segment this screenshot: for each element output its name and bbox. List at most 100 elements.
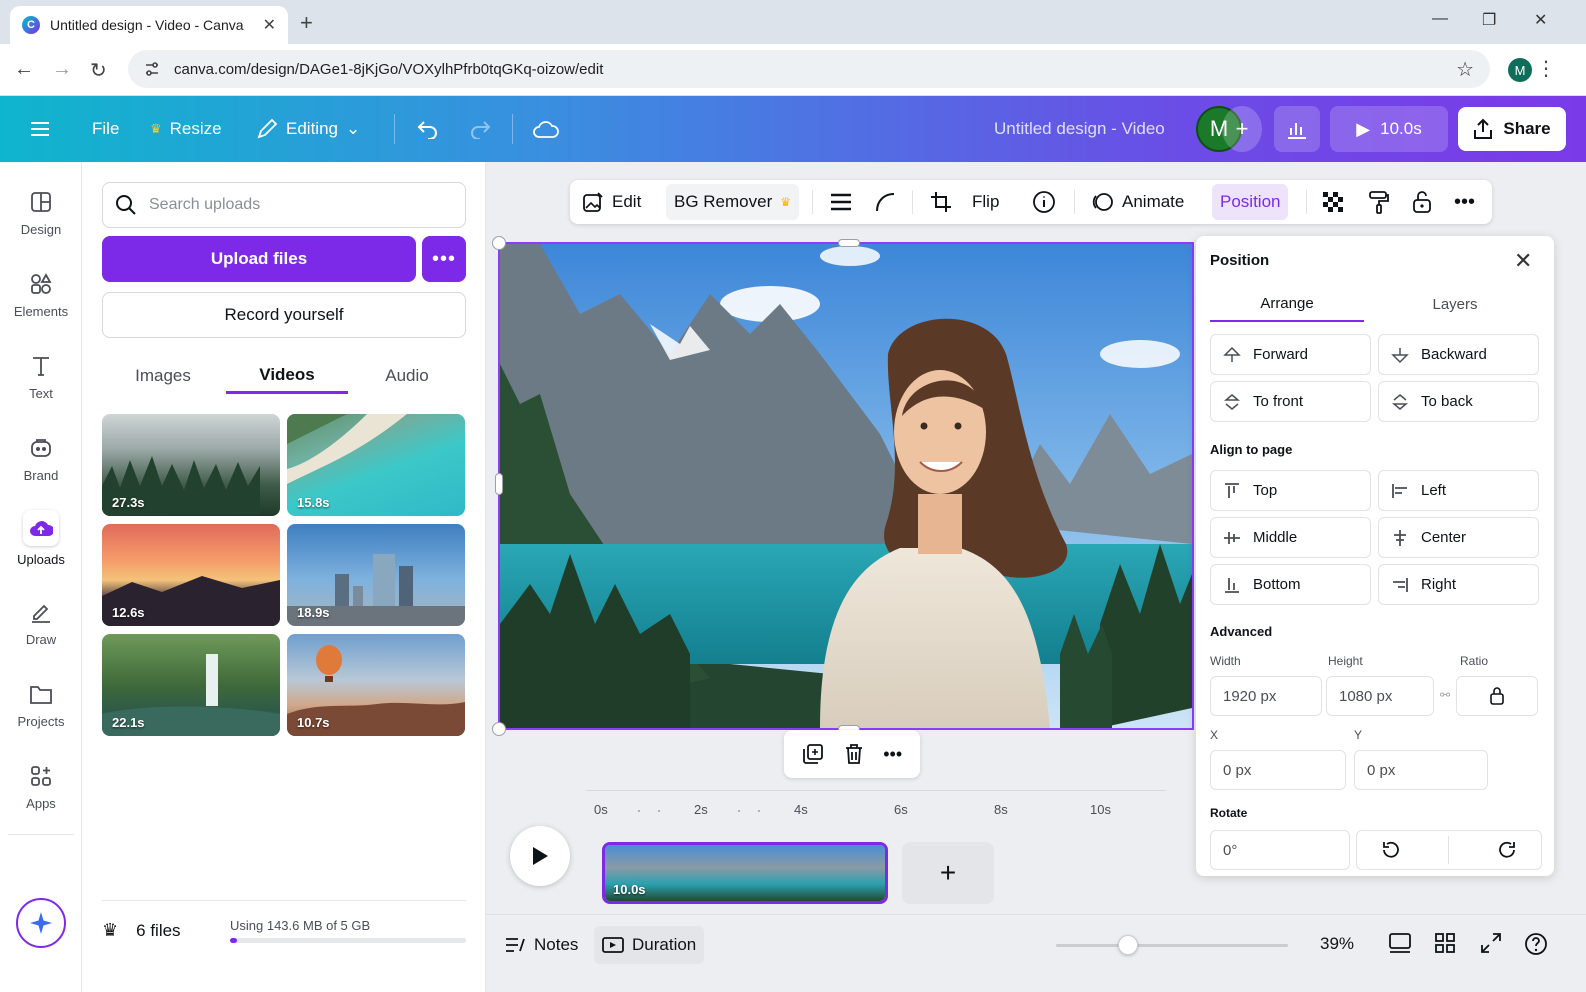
copy-style-button[interactable] (1360, 184, 1398, 220)
search-box[interactable] (102, 182, 466, 228)
help-icon[interactable] (1524, 932, 1548, 956)
close-tab-icon[interactable]: ✕ (263, 15, 276, 35)
zoom-slider-knob[interactable] (1117, 935, 1138, 955)
resize-handle-top-left[interactable] (492, 236, 506, 250)
backward-button[interactable]: Backward (1378, 334, 1539, 375)
video-thumbnail[interactable]: 10.7s (287, 634, 465, 736)
share-button[interactable]: Share (1458, 107, 1566, 151)
video-thumbnail[interactable]: 18.9s (287, 524, 465, 626)
align-middle-button[interactable]: Middle (1210, 517, 1371, 558)
resize-button[interactable]: ♛ Resize (150, 96, 222, 162)
insights-button[interactable] (1274, 106, 1320, 152)
restore-icon[interactable]: ❐ (1482, 10, 1496, 30)
bg-remover-button[interactable]: BG Remover ♛ (666, 184, 800, 220)
animate-button[interactable]: Animate (1082, 184, 1192, 220)
position-button[interactable]: Position (1212, 184, 1289, 220)
forward-icon[interactable]: → (52, 58, 72, 81)
minimize-icon[interactable]: — (1432, 10, 1448, 28)
video-thumbnail[interactable]: 12.6s (102, 524, 280, 626)
document-title[interactable]: Untitled design - Video (994, 96, 1165, 162)
design-canvas[interactable] (498, 242, 1194, 730)
rail-item-design[interactable]: Design (0, 188, 82, 237)
close-icon[interactable]: ✕ (1514, 248, 1532, 274)
align-right-button[interactable]: Right (1378, 564, 1539, 605)
trash-icon[interactable] (844, 743, 864, 765)
tab-audio[interactable]: Audio (366, 358, 448, 394)
edit-button[interactable]: Edit (574, 184, 649, 220)
main-menu-button[interactable] (30, 96, 50, 162)
zoom-percentage[interactable]: 39% (1320, 934, 1354, 954)
duplicate-icon[interactable] (802, 743, 824, 765)
pages-view-icon[interactable] (1388, 932, 1412, 954)
upload-files-button[interactable]: Upload files (102, 236, 416, 282)
info-button[interactable] (1024, 184, 1064, 220)
width-input[interactable]: 1920 px (1210, 676, 1322, 716)
x-position-input[interactable]: 0 px (1210, 750, 1346, 790)
rail-item-text[interactable]: Text (0, 352, 82, 401)
search-input[interactable] (149, 196, 449, 214)
file-menu-button[interactable]: File (92, 96, 119, 162)
rail-item-draw[interactable]: Draw (0, 598, 82, 647)
redo-button[interactable] (468, 96, 492, 162)
rail-item-elements[interactable]: Elements (0, 270, 82, 319)
notes-button[interactable]: Notes (496, 926, 586, 964)
rail-item-apps[interactable]: Apps (0, 762, 82, 811)
ratio-lock-button[interactable] (1456, 676, 1538, 716)
rail-item-brand[interactable]: Brand (0, 434, 82, 483)
height-input[interactable]: 1080 px (1326, 676, 1434, 716)
browser-profile-avatar[interactable]: M (1508, 58, 1532, 82)
border-style-button[interactable] (822, 184, 860, 220)
more-dots-icon[interactable]: ••• (883, 744, 902, 765)
rotate-counterclockwise-icon[interactable] (1380, 840, 1402, 860)
duration-button[interactable]: Duration (594, 926, 705, 964)
rail-item-uploads[interactable]: Uploads (0, 510, 82, 567)
resize-handle-bottom-left[interactable] (492, 722, 506, 736)
close-window-icon[interactable]: ✕ (1534, 10, 1547, 30)
video-thumbnail[interactable]: 27.3s (102, 414, 280, 516)
new-tab-icon[interactable]: + (300, 10, 313, 36)
timeline-play-button[interactable] (510, 826, 570, 886)
tab-arrange[interactable]: Arrange (1210, 286, 1364, 322)
browser-menu-icon[interactable]: ⋮ (1536, 56, 1556, 81)
resize-handle-top[interactable] (838, 239, 860, 247)
site-settings-icon[interactable] (144, 61, 160, 77)
rotate-input[interactable]: 0° (1210, 830, 1350, 870)
magic-assistant-button[interactable] (16, 898, 66, 948)
rotate-clockwise-icon[interactable] (1496, 840, 1518, 860)
invite-button[interactable]: + (1222, 106, 1262, 152)
browser-tab[interactable]: C Untitled design - Video - Canva ✕ (10, 6, 288, 44)
rail-item-projects[interactable]: Projects (0, 680, 82, 729)
bookmark-star-icon[interactable]: ☆ (1456, 57, 1474, 82)
editing-mode-button[interactable]: Editing ⌄ (256, 96, 360, 162)
omnibox[interactable]: canva.com/design/DAGe1-8jKjGo/VOXylhPfrb… (128, 50, 1490, 88)
cloud-save-button[interactable] (532, 96, 560, 162)
y-position-input[interactable]: 0 px (1354, 750, 1488, 790)
record-yourself-button[interactable]: Record yourself (102, 292, 466, 338)
zoom-slider[interactable] (1056, 935, 1288, 955)
to-back-button[interactable]: To back (1378, 381, 1539, 422)
resize-handle-left[interactable] (495, 473, 503, 495)
crop-button[interactable] (922, 184, 960, 220)
forward-button[interactable]: Forward (1210, 334, 1371, 375)
transparency-button[interactable] (1314, 184, 1352, 220)
align-top-button[interactable]: Top (1210, 470, 1371, 511)
reload-icon[interactable]: ↻ (90, 58, 107, 83)
fullscreen-icon[interactable] (1480, 932, 1502, 954)
align-bottom-button[interactable]: Bottom (1210, 564, 1371, 605)
align-left-button[interactable]: Left (1378, 470, 1539, 511)
video-thumbnail[interactable]: 15.8s (287, 414, 465, 516)
play-preview-button[interactable]: ▶ 10.0s (1330, 106, 1448, 152)
lock-button[interactable] (1404, 184, 1440, 220)
tab-images[interactable]: Images (118, 358, 208, 394)
corner-rounding-button[interactable] (866, 184, 904, 220)
upload-more-options-button[interactable]: ••• (422, 236, 466, 282)
more-options-button[interactable]: ••• (1446, 184, 1483, 220)
align-center-button[interactable]: Center (1378, 517, 1539, 558)
undo-button[interactable] (416, 96, 440, 162)
tab-videos[interactable]: Videos (226, 358, 348, 394)
to-front-button[interactable]: To front (1210, 381, 1371, 422)
grid-view-icon[interactable] (1434, 932, 1456, 954)
video-thumbnail[interactable]: 22.1s (102, 634, 280, 736)
back-icon[interactable]: ← (14, 58, 34, 81)
add-clip-button[interactable]: + (902, 842, 994, 904)
